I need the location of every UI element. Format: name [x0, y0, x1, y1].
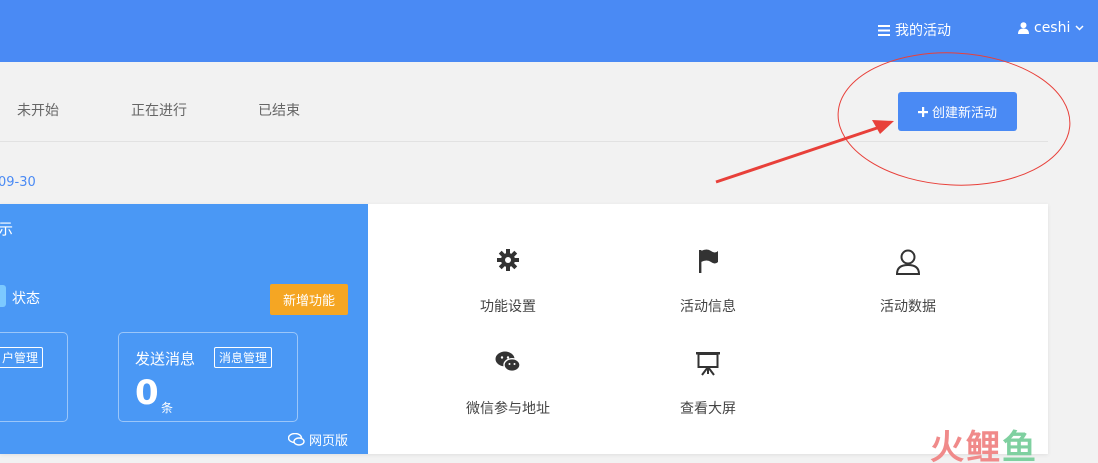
user-icon — [1018, 22, 1029, 34]
feature-settings[interactable]: 功能设置 — [438, 248, 578, 316]
panel-title: 示 — [0, 220, 14, 238]
chevron-down-icon — [1075, 25, 1084, 31]
feature-label: 微信参与地址 — [466, 401, 550, 417]
gear-icon — [497, 249, 519, 271]
user-menu[interactable]: ceshi — [1018, 20, 1084, 36]
feature-label: 活动信息 — [680, 299, 736, 315]
wechat-icon — [495, 351, 521, 373]
status-indicator — [0, 285, 6, 307]
tab-in-progress[interactable]: 正在进行 — [131, 100, 187, 120]
feature-big-screen[interactable]: 查看大屏 — [638, 350, 778, 418]
feature-label: 活动数据 — [880, 299, 936, 315]
activity-date: 09-30 — [0, 175, 36, 190]
message-manage-button[interactable]: 消息管理 — [214, 347, 273, 368]
flag-icon — [699, 249, 718, 273]
chat-icon — [288, 433, 305, 446]
web-version-label: 网页版 — [309, 434, 349, 449]
watermark-logo: 火鲤鱼 — [930, 420, 1038, 463]
activity-summary-panel: 示 状态 新增功能 户管理 发送消息 消息管理 0 条 网页版 — [0, 204, 368, 454]
presentation-icon — [696, 352, 720, 376]
user-icon — [895, 249, 921, 275]
feature-wechat-address[interactable]: 微信参与地址 — [438, 350, 578, 418]
status-tabs: 未开始 正在进行 已结束 — [0, 62, 1048, 142]
menu-icon — [878, 24, 890, 36]
feature-label: 查看大屏 — [680, 401, 736, 417]
top-navbar: 我的活动 ceshi — [0, 0, 1098, 62]
message-stats-box: 发送消息 消息管理 0 条 — [118, 332, 298, 422]
message-count: 0 — [135, 373, 159, 413]
watermark-char: 火 — [930, 428, 966, 463]
send-message-title: 发送消息 — [135, 350, 196, 368]
user-name: ceshi — [1034, 20, 1071, 36]
status-label: 状态 — [12, 291, 40, 307]
web-version-link[interactable]: 网页版 — [288, 430, 348, 449]
feature-label: 功能设置 — [480, 299, 536, 315]
feature-activity-data[interactable]: 活动数据 — [838, 248, 978, 316]
my-activity-label: 我的活动 — [895, 23, 951, 39]
feature-activity-info[interactable]: 活动信息 — [638, 248, 778, 316]
my-activity-link[interactable]: 我的活动 — [878, 20, 951, 40]
create-activity-button[interactable]: 创建新活动 — [898, 92, 1017, 131]
create-activity-label: 创建新活动 — [931, 106, 997, 121]
user-stats-box: 户管理 — [0, 332, 68, 422]
new-feature-button[interactable]: 新增功能 — [270, 284, 348, 315]
tab-ended[interactable]: 已结束 — [258, 100, 300, 120]
user-manage-button[interactable]: 户管理 — [0, 347, 44, 368]
watermark-char: 鲤 — [966, 428, 1002, 463]
plus-icon — [917, 106, 928, 117]
tab-not-started[interactable]: 未开始 — [17, 100, 59, 120]
watermark-char: 鱼 — [1002, 428, 1038, 463]
message-unit: 条 — [161, 401, 174, 415]
